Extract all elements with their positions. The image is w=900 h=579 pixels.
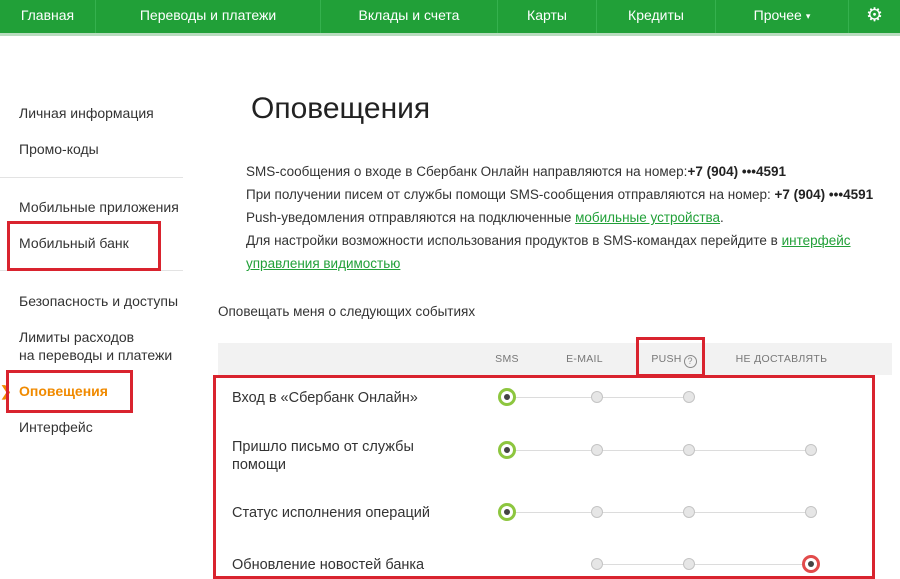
gear-icon[interactable]: ⚙ [848,0,900,33]
highlight-events-table [213,375,875,579]
column-email: E-MAIL [566,353,603,365]
info-push-end: . [720,210,724,225]
sidebar-item-limits[interactable]: Лимиты расходов на переводы и платежи [19,328,172,364]
visibility-interface-link[interactable]: интерфейс [782,233,851,248]
page-title: Оповещения [251,92,431,125]
sidebar-item-limits-line1: Лимиты расходов [19,329,135,345]
nav-transfers-payments[interactable]: Переводы и платежи [96,0,321,33]
info-sms-login: SMS-сообщения о входе в Сбербанк Онлайн … [246,163,786,181]
info-phone: +7 (904) •••4591 [774,187,874,202]
info-sms-commands: Для настройки возможности использования … [246,232,851,250]
info-support-sms: При получении писем от службы помощи SMS… [246,186,873,204]
highlight-mobile-bank [7,221,161,271]
info-phone: +7 (904) •••4591 [687,164,787,179]
sidebar-item-mobile-apps[interactable]: Мобильные приложения [19,198,179,216]
top-navigation: Главная Переводы и платежи Вклады и счет… [0,0,900,36]
info-support-sms-text: При получении писем от службы помощи SMS… [246,187,775,202]
nav-other-label: Прочее [753,7,802,23]
info-push-text: Push-уведомления отправляются на подключ… [246,210,576,225]
nav-other[interactable]: Прочее ▾ [716,0,848,33]
nav-credits[interactable]: Кредиты [597,0,716,33]
events-label: Оповещать меня о следующих событиях [218,304,476,319]
info-sms-commands-text: Для настройки возможности использования … [246,233,782,248]
info-push: Push-уведомления отправляются на подключ… [246,209,724,227]
column-do-not-deliver: НЕ ДОСТАВЛЯТЬ [735,353,828,365]
visibility-interface-link[interactable]: управления видимостью [246,256,400,271]
chevron-down-icon: ▾ [805,11,811,21]
sidebar-item-personal-info[interactable]: Личная информация [19,104,154,122]
info-sms-login-text: SMS-сообщения о входе в Сбербанк Онлайн … [246,164,688,179]
sidebar-item-interface[interactable]: Интерфейс [19,418,93,436]
sidebar-item-security[interactable]: Безопасность и доступы [19,292,178,310]
nav-home[interactable]: Главная [0,0,96,33]
sidebar-item-limits-line2: на переводы и платежи [19,347,173,363]
mobile-devices-link[interactable]: мобильные устройства [575,210,720,225]
info-sms-commands-cont: управления видимостью [246,255,400,273]
highlight-notifications [6,370,133,413]
sidebar-divider [0,177,183,178]
nav-deposits-accounts[interactable]: Вклады и счета [321,0,498,33]
sidebar-item-promo-codes[interactable]: Промо-коды [19,140,99,158]
nav-cards[interactable]: Карты [498,0,597,33]
column-sms: SMS [495,353,519,365]
highlight-push-column [636,337,705,377]
